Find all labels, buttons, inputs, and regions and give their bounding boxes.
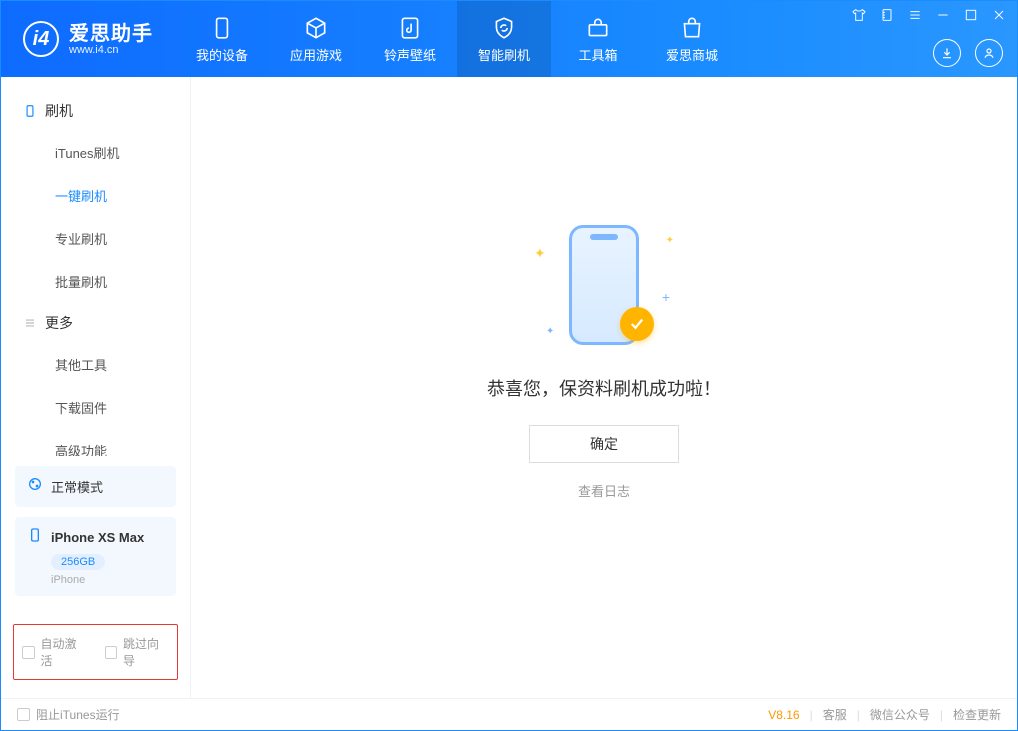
titlebar: i4 爱思助手 www.i4.cn 我的设备 应用游戏 铃声壁纸 智能刷机 <box>1 1 1017 77</box>
nav-ringtone-wallpaper[interactable]: 铃声壁纸 <box>363 1 457 77</box>
window-controls <box>851 7 1007 23</box>
sidebar-item-download-firmware[interactable]: 下载固件 <box>1 386 190 429</box>
main-content: ✦ ✦ ✦ + 恭喜您，保资料刷机成功啦！ 确定 查看日志 <box>191 77 1017 698</box>
minimize-icon[interactable] <box>935 7 951 23</box>
logo-icon: i4 <box>23 21 59 57</box>
logo-area: i4 爱思助手 www.i4.cn <box>1 1 167 77</box>
sidebar-item-pro-flash[interactable]: 专业刷机 <box>1 217 190 260</box>
device-phone-icon <box>27 527 43 548</box>
nav-store[interactable]: 爱思商城 <box>645 1 739 77</box>
mode-icon <box>27 476 43 497</box>
bag-icon <box>679 15 705 41</box>
sidebar-group-flash[interactable]: 刷机 <box>1 91 190 131</box>
nav-label: 工具箱 <box>578 45 617 64</box>
device-icon <box>209 15 235 41</box>
version-label: V8.16 <box>768 708 799 722</box>
brand-site: www.i4.cn <box>69 45 153 56</box>
mode-card[interactable]: 正常模式 <box>15 466 176 507</box>
sparkle-icon: ✦ <box>534 245 546 262</box>
nav-label: 我的设备 <box>196 45 248 64</box>
checkbox-label: 阻止iTunes运行 <box>36 706 120 723</box>
mode-label: 正常模式 <box>51 477 103 496</box>
checkbox-skip-guide[interactable]: 跳过向导 <box>105 635 170 669</box>
device-capacity: 256GB <box>51 554 105 570</box>
footer-link-update[interactable]: 检查更新 <box>953 706 1001 723</box>
brand-name: 爱思助手 <box>69 23 153 45</box>
sidebar-item-advanced[interactable]: 高级功能 <box>1 429 190 456</box>
success-illustration: ✦ ✦ ✦ + <box>504 215 704 355</box>
sidebar: 刷机 iTunes刷机 一键刷机 专业刷机 批量刷机 更多 其他工具 下载固件 … <box>1 77 191 698</box>
sidebar-item-other-tools[interactable]: 其他工具 <box>1 343 190 386</box>
highlighted-options: 自动激活 跳过向导 <box>13 624 178 680</box>
shirt-icon[interactable] <box>851 7 867 23</box>
sidebar-scroll: 刷机 iTunes刷机 一键刷机 专业刷机 批量刷机 更多 其他工具 下载固件 … <box>1 77 190 456</box>
nav-my-device[interactable]: 我的设备 <box>175 1 269 77</box>
nav-label: 铃声壁纸 <box>384 45 436 64</box>
nav-label: 智能刷机 <box>478 45 530 64</box>
group-title: 更多 <box>45 313 73 333</box>
footer-right: V8.16 | 客服 | 微信公众号 | 检查更新 <box>768 706 1001 723</box>
top-nav: 我的设备 应用游戏 铃声壁纸 智能刷机 工具箱 爱思商城 <box>175 1 739 77</box>
body: 刷机 iTunes刷机 一键刷机 专业刷机 批量刷机 更多 其他工具 下载固件 … <box>1 77 1017 698</box>
nav-toolbox[interactable]: 工具箱 <box>551 1 645 77</box>
toolbox-icon <box>585 15 611 41</box>
success-message: 恭喜您，保资料刷机成功啦！ <box>487 375 721 401</box>
sparkle-icon: ✦ <box>666 235 674 246</box>
sparkle-icon: ✦ <box>546 326 554 337</box>
nav-label: 应用游戏 <box>290 45 342 64</box>
sparkle-icon: + <box>662 289 670 305</box>
checkbox-icon <box>17 708 30 721</box>
sidebar-item-onekey-flash[interactable]: 一键刷机 <box>1 174 190 217</box>
notebook-icon[interactable] <box>879 7 895 23</box>
ok-button[interactable]: 确定 <box>529 425 679 463</box>
checkbox-label: 跳过向导 <box>123 635 169 669</box>
footer-link-support[interactable]: 客服 <box>823 706 847 723</box>
checkbox-label: 自动激活 <box>41 635 87 669</box>
menu-icon[interactable] <box>907 7 923 23</box>
checkbox-block-itunes[interactable]: 阻止iTunes运行 <box>17 706 120 723</box>
sidebar-bottom: 正常模式 iPhone XS Max 256GB iPhone <box>1 456 190 610</box>
sidebar-group-more[interactable]: 更多 <box>1 303 190 343</box>
check-badge-icon <box>620 307 654 341</box>
nav-apps-games[interactable]: 应用游戏 <box>269 1 363 77</box>
app-window: i4 爱思助手 www.i4.cn 我的设备 应用游戏 铃声壁纸 智能刷机 <box>0 0 1018 731</box>
group-title: 刷机 <box>45 101 73 121</box>
cube-icon <box>303 15 329 41</box>
logo-text: 爱思助手 www.i4.cn <box>69 23 153 56</box>
device-name: iPhone XS Max <box>51 530 144 545</box>
device-card[interactable]: iPhone XS Max 256GB iPhone <box>15 517 176 596</box>
device-type: iPhone <box>51 574 164 586</box>
view-log-link[interactable]: 查看日志 <box>578 481 630 500</box>
sidebar-item-batch-flash[interactable]: 批量刷机 <box>1 260 190 303</box>
checkbox-auto-activate[interactable]: 自动激活 <box>22 635 87 669</box>
nav-label: 爱思商城 <box>666 45 718 64</box>
footer-link-wechat[interactable]: 微信公众号 <box>870 706 930 723</box>
nav-smart-flash[interactable]: 智能刷机 <box>457 1 551 77</box>
download-button[interactable] <box>933 39 961 67</box>
close-icon[interactable] <box>991 7 1007 23</box>
top-actions <box>933 39 1003 67</box>
sidebar-item-itunes-flash[interactable]: iTunes刷机 <box>1 131 190 174</box>
phone-icon <box>23 104 37 118</box>
user-button[interactable] <box>975 39 1003 67</box>
music-file-icon <box>397 15 423 41</box>
checkbox-icon <box>22 646 35 659</box>
list-icon <box>23 316 37 330</box>
footer: 阻止iTunes运行 V8.16 | 客服 | 微信公众号 | 检查更新 <box>1 698 1017 730</box>
checkbox-icon <box>105 646 118 659</box>
refresh-shield-icon <box>491 15 517 41</box>
maximize-icon[interactable] <box>963 7 979 23</box>
